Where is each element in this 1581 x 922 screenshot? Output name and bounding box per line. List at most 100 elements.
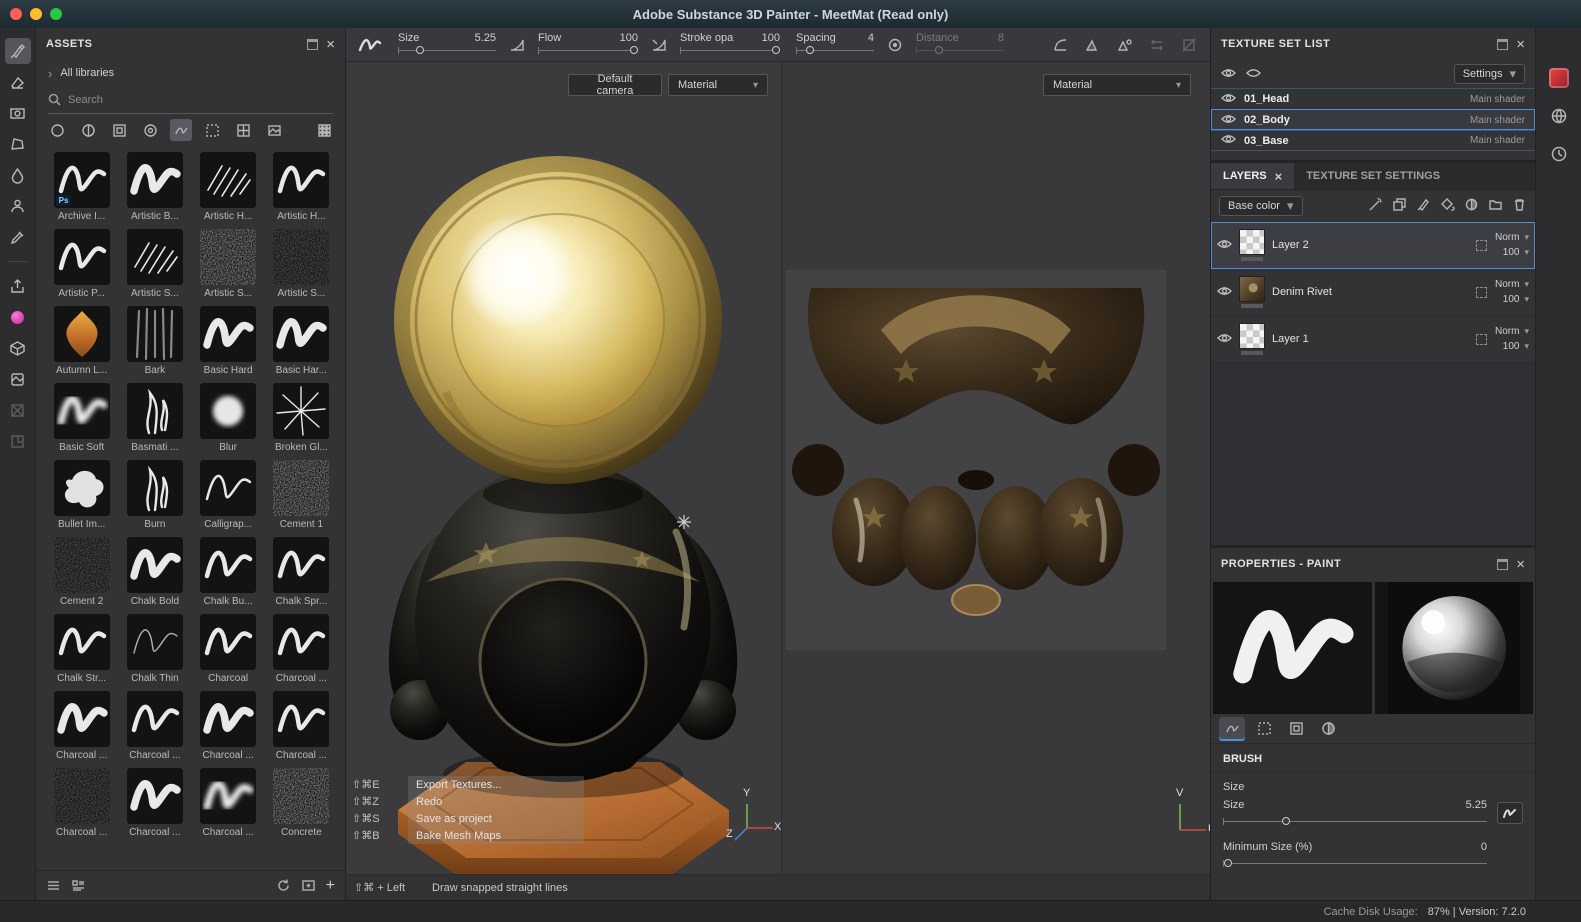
minimize-window-button[interactable] [30,8,42,20]
details-view-icon[interactable] [71,878,86,893]
opacity-select[interactable]: 100 ▾ [1503,341,1529,352]
channel-select[interactable]: Base color ▾ [1219,196,1303,216]
brush-tab-icon[interactable] [1219,717,1245,741]
material-sphere-preview[interactable] [1375,582,1534,714]
smart-mask-filter-icon[interactable] [108,119,130,141]
material-filter-icon[interactable] [46,119,68,141]
asset-item[interactable]: Artistic B... [121,152,188,229]
asset-item[interactable]: Charcoal ... [48,691,115,768]
visibility-all-icon[interactable] [1221,68,1236,81]
environment-filter-icon[interactable] [263,119,285,141]
smart-material-filter-icon[interactable] [77,119,99,141]
visibility-icon[interactable] [1217,286,1232,299]
asset-item[interactable]: Chalk Spr... [268,537,335,614]
asset-item[interactable]: Burn [121,460,188,537]
tab-layers[interactable]: LAYERS × [1211,163,1294,189]
close-icon[interactable]: × [1516,39,1525,50]
asset-item[interactable]: Artistic S... [121,229,188,306]
symmetry-mirror-icon[interactable] [1114,34,1136,56]
filter-disc-icon[interactable] [139,119,161,141]
asset-item[interactable]: Basmati ... [121,383,188,460]
delete-layer-icon[interactable] [1512,197,1527,215]
list-view-icon[interactable] [46,878,61,893]
viewport-body[interactable]: Default camera Material ▾ Material ▾ ⇧⌘E… [346,62,1210,900]
tab-texture-set-settings[interactable]: TEXTURE SET SETTINGS [1294,163,1452,189]
eraser-tool[interactable] [5,69,31,95]
settings-button[interactable]: Settings ▾ [1454,64,1525,84]
shortcut-action[interactable]: Redo [408,793,584,810]
asset-item[interactable]: Artistic H... [268,152,335,229]
bake-icon[interactable] [5,366,31,392]
transform-arrows-icon[interactable] [1146,34,1168,56]
symmetry-icon[interactable] [1082,34,1104,56]
close-icon[interactable]: × [1275,169,1283,184]
geometry-mask-icon[interactable] [5,428,31,454]
asset-item[interactable]: Artistic S... [195,229,262,306]
asset-item[interactable]: Chalk Thin [121,614,188,691]
spacing-slider[interactable] [796,46,874,55]
new-resource-icon[interactable] [301,878,316,893]
brush-preset-icon[interactable] [352,28,388,61]
asset-item[interactable]: Cement 1 [268,460,335,537]
2d-viewport[interactable] [782,62,1210,874]
refresh-icon[interactable] [276,878,291,893]
projection-tool[interactable] [5,100,31,126]
asset-item[interactable]: Basic Hard [195,306,262,383]
visibility-icon[interactable] [1221,134,1236,147]
layer-thumbnail[interactable] [1239,229,1265,255]
asset-item[interactable]: Chalk Str... [48,614,115,691]
close-icon[interactable]: × [1516,559,1525,570]
add-group-icon[interactable] [1488,197,1503,215]
asset-item[interactable]: Charcoal [195,614,262,691]
visibility-icon[interactable] [1217,333,1232,346]
texture-set-row[interactable]: 03_Base Main shader [1211,130,1535,151]
material-mode-icon[interactable] [5,304,31,330]
size-slider[interactable] [398,46,496,55]
camera-select[interactable]: Default camera [568,74,662,96]
shortcut-action[interactable]: Save as project [408,810,584,827]
layer-row[interactable]: Layer 1 Norm ▾ 100 ▾ [1211,316,1535,363]
asset-item[interactable]: Blur [195,383,262,460]
asset-item[interactable]: Calligrap... [195,460,262,537]
close-icon[interactable]: × [326,39,335,50]
assets-cube-icon[interactable] [5,335,31,361]
asset-item[interactable]: Basic Har... [268,306,335,383]
flow-slider[interactable] [538,46,638,55]
brush-alpha-preview[interactable] [1213,582,1372,714]
visibility-icon[interactable] [1221,114,1236,127]
3d-viewport-canvas[interactable] [346,62,781,874]
blend-mode-select[interactable]: Norm ▾ [1495,279,1529,290]
asset-item[interactable]: Artistic H... [195,152,262,229]
layer-thumbnail[interactable] [1239,323,1265,349]
texture-filter-icon[interactable] [232,119,254,141]
asset-item[interactable]: Basic Soft [48,383,115,460]
alpha-filter-icon[interactable] [201,119,223,141]
paint-tool[interactable] [5,38,31,64]
solo-visibility-icon[interactable] [1246,68,1261,81]
polygon-fill-tool[interactable] [5,131,31,157]
fill-layer-icon[interactable] [1440,197,1455,215]
add-asset-button[interactable]: + [326,880,335,892]
zoom-window-button[interactable] [50,8,62,20]
distance-slider[interactable] [916,46,1004,55]
falloff-curve-icon[interactable] [1050,34,1072,56]
layer-row[interactable]: Denim Rivet Norm ▾ 100 ▾ [1211,269,1535,316]
visibility-icon[interactable] [1221,93,1236,106]
asset-item[interactable]: Concrete [268,768,335,845]
asset-item[interactable]: Chalk Bold [121,537,188,614]
opacity-select[interactable]: 100 ▾ [1503,294,1529,305]
smart-material-icon[interactable] [1464,197,1479,215]
asset-item[interactable]: Broken Gl... [268,383,335,460]
asset-item[interactable]: Ps Archive I... [48,152,115,229]
blend-mode-select[interactable]: Norm ▾ [1495,232,1529,243]
history-icon[interactable] [1547,142,1571,166]
asset-item[interactable]: Cement 2 [48,537,115,614]
stroke-opacity-slider[interactable] [680,46,780,55]
shortcut-action[interactable]: Export Textures... [408,776,584,793]
asset-item[interactable]: Charcoal ... [121,768,188,845]
texture-set-row[interactable]: 01_Head Main shader [1211,88,1535,109]
undock-icon[interactable] [1497,559,1508,570]
uv-shading-mode-select[interactable]: Material ▾ [1043,74,1191,96]
uv-reproject-icon[interactable] [5,397,31,423]
shelf-red-icon[interactable] [1547,66,1571,90]
